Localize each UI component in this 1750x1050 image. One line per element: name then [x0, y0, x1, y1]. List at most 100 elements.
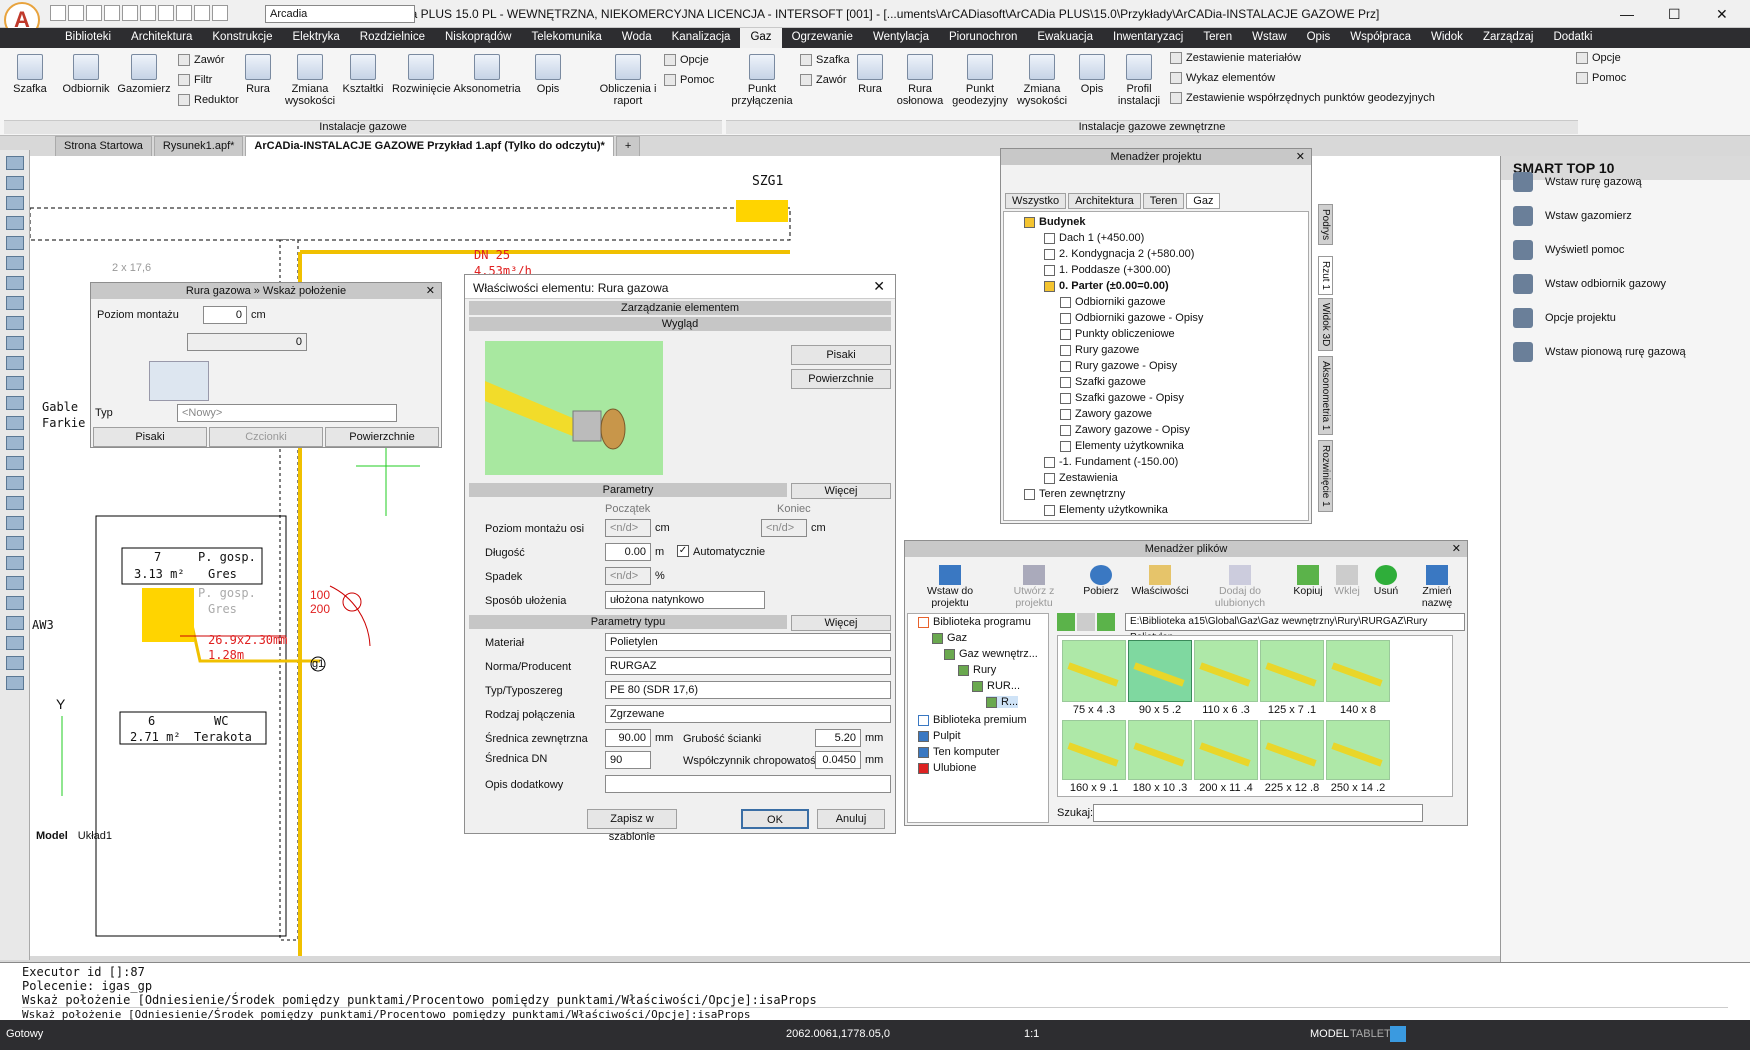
maximize-button[interactable]: ☐ [1668, 6, 1681, 23]
redo-icon[interactable] [140, 5, 156, 21]
ribbon-wykaz-elementow[interactable]: Wykaz elementów [1186, 72, 1275, 84]
status-model[interactable]: MODEL [1310, 1028, 1349, 1040]
tool-icon[interactable] [5, 636, 24, 650]
ribbon-gazomierz[interactable]: Gazomierz [117, 83, 170, 95]
czcionki-button[interactable]: Czcionki [209, 427, 323, 447]
tool-icon[interactable] [5, 156, 24, 170]
menu-item[interactable]: Dodatki [1543, 28, 1602, 48]
more-button-2[interactable]: Więcej [791, 615, 891, 631]
rodzaj-select[interactable]: Zgrzewane [605, 705, 891, 723]
close-icon[interactable]: ✕ [1452, 541, 1461, 557]
ribbon-odbiornik[interactable]: Odbiornik [62, 83, 109, 95]
dialog-powierzchnie-button[interactable]: Powierzchnie [791, 369, 891, 389]
vtab-widok3d[interactable]: Widok 3D [1318, 298, 1333, 352]
tree-row[interactable]: Biblioteka programu [918, 616, 1031, 628]
file-item[interactable] [1260, 720, 1324, 780]
ribbon-zawor-ext[interactable]: Zawór [816, 74, 847, 86]
minimize-button[interactable]: — [1620, 6, 1634, 22]
tool-icon[interactable] [5, 276, 24, 290]
file-item-selected[interactable] [1128, 640, 1192, 702]
srednica-dn-input[interactable]: 90 [605, 751, 651, 769]
ribbon-zestawienie-materialow[interactable]: Zestawienie materiałów [1186, 52, 1301, 64]
tree-row[interactable]: Rury gazowe - Opisy [1060, 360, 1177, 372]
forward-icon[interactable] [1077, 613, 1095, 631]
ribbon-aksonometria[interactable]: Aksonometria [453, 83, 520, 95]
tool-icon[interactable] [5, 496, 24, 510]
menu-item[interactable]: Teren [1193, 28, 1242, 48]
ribbon-opcje-left[interactable]: Opcje [680, 54, 709, 66]
ribbon-profil[interactable]: Profil instalacji [1118, 83, 1160, 107]
ribbon-rozwiniecie[interactable]: Rozwinięcie [392, 83, 451, 95]
smart-item[interactable]: Wstaw pionową rurę gazową [1513, 342, 1686, 362]
koniec-input[interactable]: <n/d> [761, 519, 807, 537]
menu-item[interactable]: Architektura [121, 28, 202, 48]
tool-icon[interactable] [5, 256, 24, 270]
tree-row[interactable]: R... [986, 696, 1019, 708]
status-tablet[interactable]: TABLET [1350, 1028, 1391, 1040]
tree-row[interactable]: RUR... [972, 680, 1020, 692]
menu-item[interactable]: Ewakuacja [1027, 28, 1103, 48]
section-parametry-typu[interactable]: Parametry typu [469, 615, 787, 629]
opis-input[interactable] [605, 775, 891, 793]
tab-architektura[interactable]: Architektura [1068, 193, 1141, 209]
file-item[interactable] [1194, 640, 1258, 702]
tab-uklad1[interactable]: Układ1 [78, 830, 112, 842]
tree-row[interactable]: Ten komputer [918, 746, 1000, 758]
level-input[interactable]: 0 [203, 306, 247, 324]
ribbon-opcje-right[interactable]: Opcje [1592, 52, 1621, 64]
close-icon[interactable]: ✕ [426, 283, 435, 299]
menu-item[interactable]: Elektryka [282, 28, 349, 48]
menu-item[interactable]: Wentylacja [863, 28, 939, 48]
tree-row[interactable]: Gaz [932, 632, 967, 644]
tool-icon[interactable] [5, 376, 24, 390]
file-item[interactable] [1128, 720, 1192, 780]
tree-row[interactable]: Szafki gazowe - Opisy [1060, 392, 1184, 404]
menu-item[interactable]: Widok [1421, 28, 1473, 48]
path-input[interactable]: E:\Biblioteka a15\Global\Gaz\Gaz wewnętr… [1125, 613, 1465, 643]
file-item[interactable] [1260, 640, 1324, 702]
poziom-input[interactable]: <n/d> [605, 519, 651, 537]
menu-item[interactable]: Inwentaryzacj [1103, 28, 1193, 48]
tab-active-doc[interactable]: ArCADia-INSTALACJE GAZOWE Przykład 1.apf… [245, 136, 614, 156]
menu-item[interactable]: Biblioteki [55, 28, 121, 48]
insert-to-project-button[interactable]: Wstaw do projektu [909, 565, 991, 609]
ribbon-zmiana-wysokosci-ext[interactable]: Zmiana wysokości [1017, 83, 1067, 107]
vtab-podrys[interactable]: Podrys [1318, 204, 1333, 246]
ribbon-pomoc-left[interactable]: Pomoc [680, 74, 714, 86]
close-button[interactable]: ✕ [1716, 6, 1728, 23]
tree-row[interactable]: Budynek [1024, 216, 1085, 228]
tool-icon[interactable] [5, 316, 24, 330]
tree-row[interactable]: Pulpit [918, 730, 961, 742]
sun-icon[interactable] [176, 5, 192, 21]
file-item[interactable] [1062, 720, 1126, 780]
tree-row[interactable]: Biblioteka premium [918, 714, 1027, 726]
tree-row[interactable]: Zawory gazowe [1060, 408, 1152, 420]
add-favorites-button[interactable]: Dodaj do ulubionych [1195, 565, 1285, 609]
tree-row[interactable]: Szafki gazowe [1060, 376, 1146, 388]
copy-button[interactable]: Kopiuj [1291, 565, 1325, 609]
vtab-rozwiniecie[interactable]: Rozwinięcie 1 [1318, 440, 1333, 512]
section-zarzadzanie[interactable]: Zarządzanie elementem [469, 301, 891, 315]
tree-row[interactable]: 2. Kondygnacja 2 (+580.00) [1044, 248, 1194, 260]
file-item[interactable] [1194, 720, 1258, 780]
tree-row[interactable]: Elementy użytkownika [1060, 440, 1184, 452]
powierzchnie-button[interactable]: Powierzchnie [325, 427, 439, 447]
menu-item[interactable]: Zarządzaj [1473, 28, 1544, 48]
ribbon-obliczenia[interactable]: Obliczenia i raport [600, 83, 657, 107]
menu-item[interactable]: Konstrukcje [202, 28, 282, 48]
new-file-icon[interactable] [50, 5, 66, 21]
tool-icon[interactable] [5, 416, 24, 430]
tree-row[interactable]: Teren zewnętrzny [1024, 488, 1125, 500]
tree-row[interactable]: 0. Parter (±0.00=0.00) [1044, 280, 1169, 292]
ribbon-filtr[interactable]: Filtr [194, 74, 212, 86]
dialog-close-icon[interactable]: ✕ [873, 278, 885, 295]
ribbon-punkt-przylaczenia[interactable]: Punkt przyłączenia [731, 83, 792, 107]
tab-start[interactable]: Strona Startowa [55, 136, 152, 156]
properties-button[interactable]: Właściwości [1131, 565, 1189, 609]
menu-item[interactable]: Wstaw [1242, 28, 1297, 48]
tab-wszystko[interactable]: Wszystko [1005, 193, 1067, 209]
tab-add[interactable]: + [615, 136, 641, 156]
tree-row[interactable]: -1. Fundament (-150.00) [1044, 456, 1178, 468]
tool-icon[interactable] [5, 656, 24, 670]
tree-row[interactable]: 1. Poddasze (+300.00) [1044, 264, 1171, 276]
